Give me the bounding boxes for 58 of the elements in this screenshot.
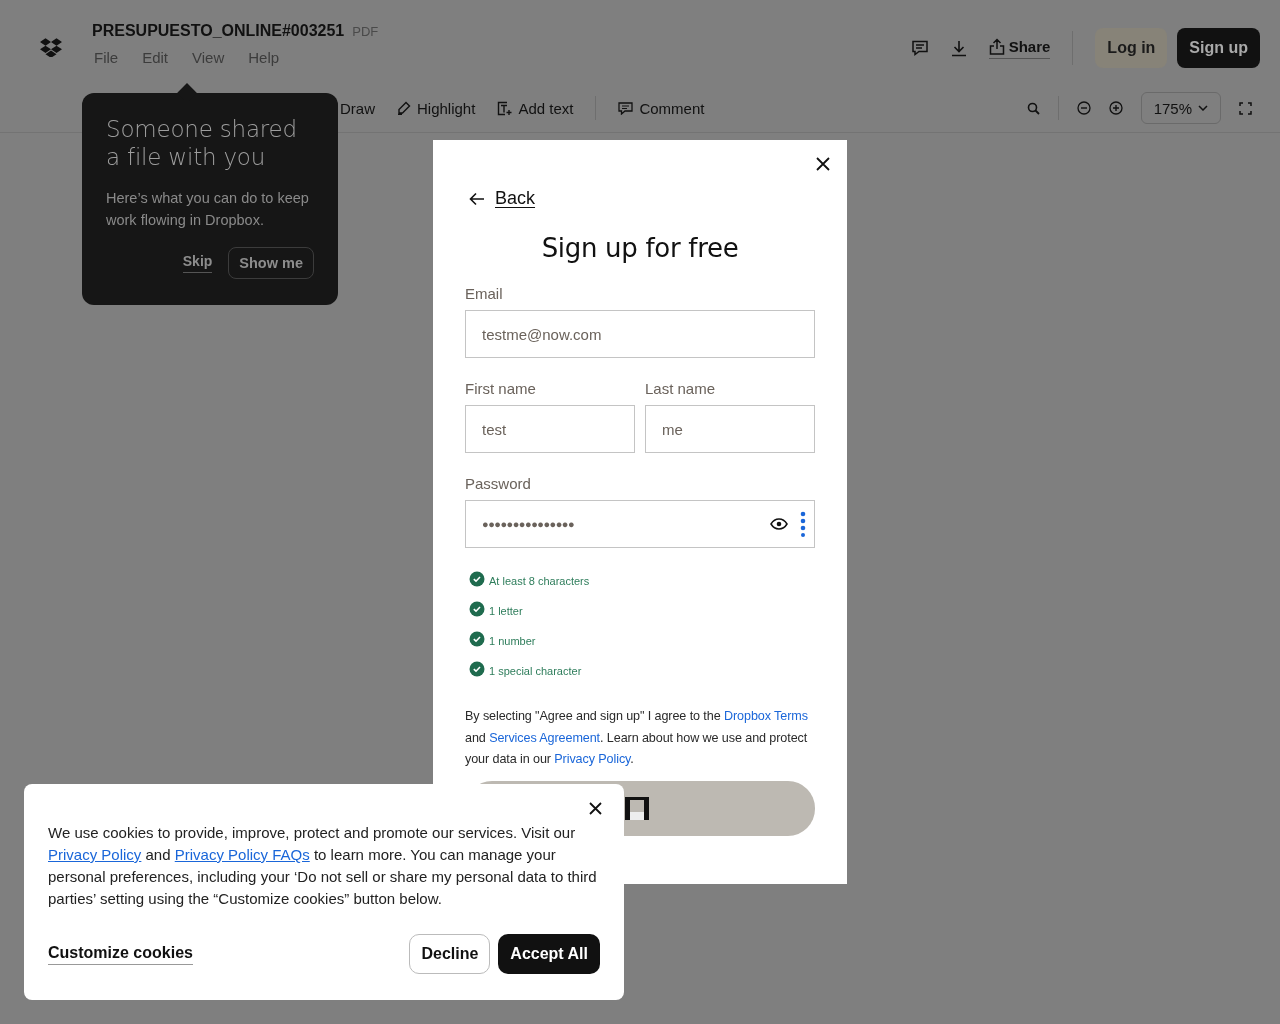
toolbar-button[interactable]: Add text [497,99,574,117]
dialog-title: Sign up for free [540,233,740,263]
password-requirement: At least 8 characters [489,575,590,587]
text-link[interactable]: Privacy Policy [48,846,142,863]
menu-item[interactable]: Edit [142,49,169,66]
password-requirement: 1 number [489,635,536,647]
pen-icon [397,101,411,115]
fullscreen-icon[interactable] [1239,101,1252,115]
comment-icon [618,101,634,115]
field-label: First name [465,380,537,397]
accept-all-button[interactable]: Accept All [498,934,600,974]
skip-link[interactable]: Skip [182,253,213,273]
more-vertical-icon[interactable] [800,511,806,537]
zoom-out-icon[interactable] [1076,101,1091,115]
toolbar-button[interactable]: Highlight [397,99,476,117]
last-name-field[interactable]: me [645,405,815,453]
close-icon[interactable] [816,157,830,171]
legal-text: By selecting "Agree and sign up" I agree to the Dropbox Terms and Services Agreement. Learn about how we use and protect your data in our Privacy Policy. [465,708,809,768]
decline-button[interactable]: Decline [409,934,491,974]
text-box-icon [497,100,513,116]
close-icon[interactable] [589,802,602,815]
field-label: Email [465,285,504,302]
eye-icon[interactable] [770,518,788,530]
field-label: Last name [645,380,717,397]
customize-cookies-link[interactable]: Customize cookies [48,943,193,965]
comment-icon[interactable] [910,40,929,56]
toolbar-button[interactable]: Comment [618,99,705,117]
share-icon [988,37,1005,55]
logo-icon[interactable] [40,38,62,57]
tooltip-text: Here’s what you can do to keep work flowing in Dropbox. [106,189,310,230]
menu-item[interactable]: View [192,49,225,66]
download-icon[interactable] [950,39,967,57]
password-value: ●●●●●●●●●●●●●●● [482,518,576,530]
zoom-dropdown[interactable]: 175% [1140,92,1221,124]
signup-button[interactable]: Sign up [1177,28,1260,68]
email-field[interactable]: testme@now.com [465,310,815,358]
cookie-text: We use cookies to provide, improve, protect and promote our services. Visit our Privacy Policy and Privacy Policy FAQs to learn more. You can manage your personal preferences, including your ‘Do not sell or share my personal data to third parties’ setting using the “Customize cookies” button below. [48,823,598,909]
text-link[interactable]: Privacy Policy FAQs [174,846,310,863]
login-button[interactable]: Log in [1095,28,1168,68]
chevron-down-icon [1198,105,1208,111]
file-name: PRESUPUESTO_ONLINE#003251 [92,22,345,40]
password-requirement: 1 letter [489,605,523,617]
field-label: Password [465,475,532,492]
password-requirement: 1 special character [489,665,582,677]
zoom-in-icon[interactable] [1108,101,1123,115]
tooltip-title: Someone shared a file with you [106,115,298,171]
square-icon [625,796,649,820]
text-link[interactable]: Dropbox Terms [724,709,808,723]
password-field[interactable]: ●●●●●●●●●●●●●●● [465,500,815,548]
arrow-left-icon [469,191,485,206]
first-name-field[interactable]: test [465,405,635,453]
share-button[interactable]: Share [988,37,1051,59]
show-me-button[interactable]: Show me [228,247,314,279]
back-link[interactable]: Back [495,188,536,209]
menu-item[interactable]: File [94,49,119,66]
search-icon[interactable] [1026,101,1040,115]
menu-item[interactable]: Help [248,49,280,66]
toolbar-button[interactable]: Draw [340,99,375,117]
